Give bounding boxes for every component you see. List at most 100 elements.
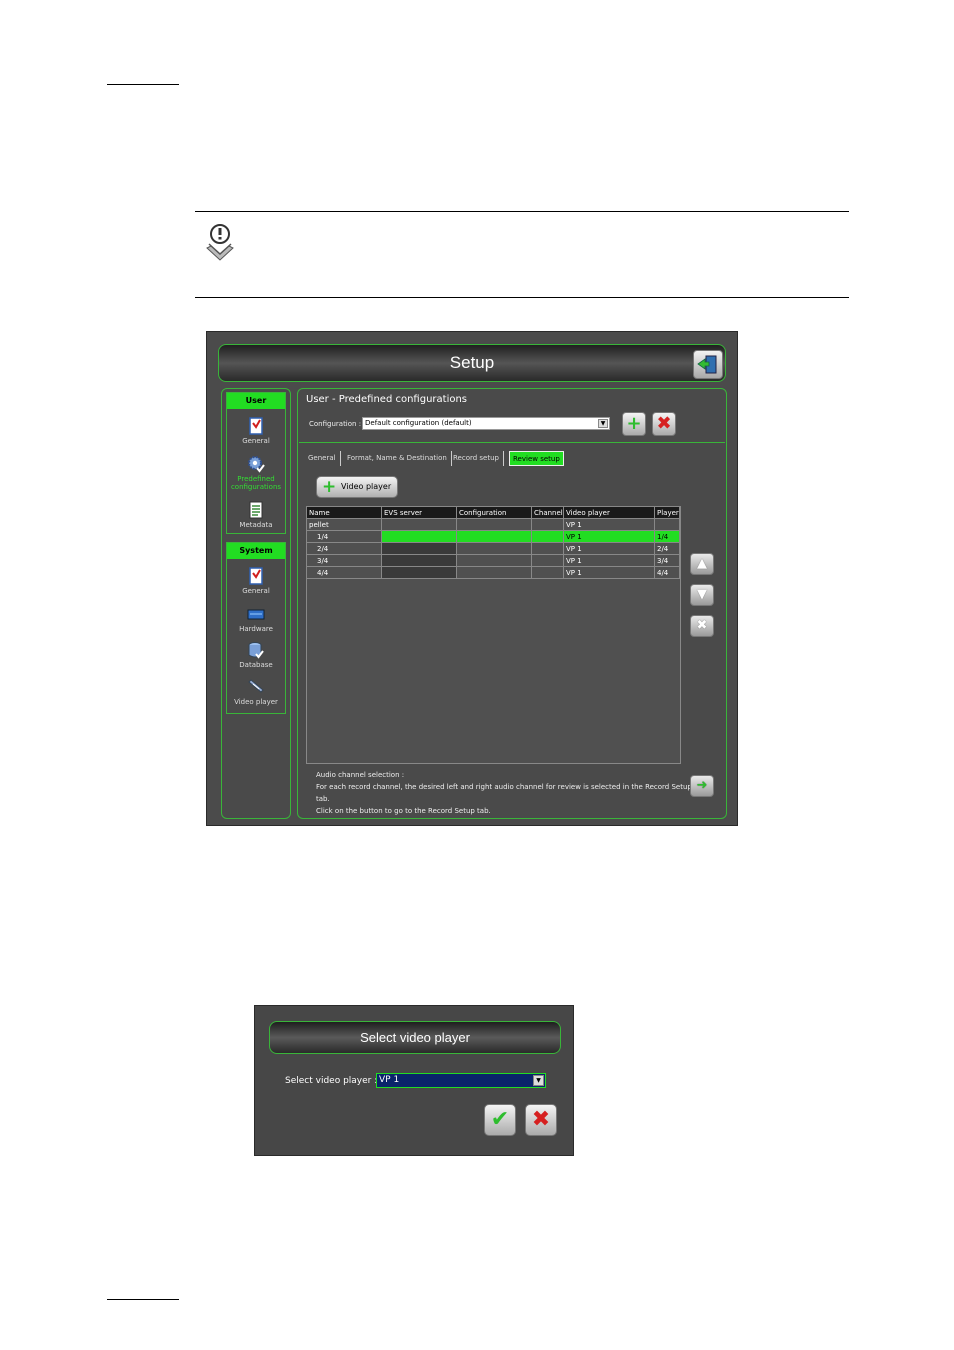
add-video-player-button[interactable]: + Video player — [316, 476, 398, 498]
setup-title: Setup — [449, 353, 495, 372]
cell-configuration — [457, 519, 532, 531]
sidebar-item-hardware[interactable]: Hardware — [227, 605, 285, 633]
sidebar-item-label: Database — [239, 661, 273, 669]
audio-channel-line2: Click on the button to go to the Record … — [316, 807, 491, 815]
audio-channel-help: Audio channel selection : For each recor… — [316, 769, 696, 817]
add-video-player-label: Video player — [341, 482, 392, 491]
checkmark-icon: ✔ — [490, 1107, 510, 1132]
cancel-x-icon: ✖ — [531, 1107, 551, 1132]
cell-channel — [532, 555, 564, 567]
close-icon: ✖ — [696, 618, 708, 633]
cell-evs-server — [382, 567, 457, 579]
metadata-icon — [249, 501, 263, 519]
cell-name: 1/4 — [307, 531, 382, 543]
video-player-label: Select video player : — [285, 1076, 378, 1086]
plus-icon: + — [626, 413, 642, 434]
cell-configuration — [457, 555, 532, 567]
sidebar-item-video-player[interactable]: Video player — [227, 678, 285, 706]
setup-sidebar: User General Predefined configurations M… — [221, 388, 291, 819]
gear-check-icon — [248, 456, 265, 473]
select-video-player-dialog: Select video player Select video player … — [254, 1005, 574, 1156]
table-row[interactable]: 2/4 VP 1 2/4 — [307, 543, 680, 555]
sidebar-item-label: General — [242, 437, 270, 445]
go-to-record-setup-button[interactable]: ➜ — [690, 775, 714, 797]
column-header: Name — [307, 507, 382, 519]
table-row[interactable]: 4/4 VP 1 4/4 — [307, 567, 680, 579]
add-configuration-button[interactable]: + — [622, 412, 646, 436]
move-down-button[interactable]: ▼ — [690, 584, 714, 606]
tab-record-setup[interactable]: Record setup — [453, 451, 504, 466]
plus-icon: + — [322, 477, 337, 497]
user-group: User General Predefined configurations M… — [226, 392, 286, 534]
tab-format-name-destination[interactable]: Format, Name & Destination — [347, 451, 452, 466]
table-header-row: Name EVS server Configuration Channel Vi… — [307, 507, 680, 519]
move-up-button[interactable]: ▲ — [690, 553, 714, 575]
exit-door-icon — [697, 355, 717, 374]
column-header: Video player — [564, 507, 655, 519]
configuration-select[interactable]: Default configuration (default) ▼ — [362, 417, 610, 430]
cell-player: 3/4 — [655, 555, 680, 567]
configuration-select-value: Default configuration (default) — [365, 419, 472, 427]
setup-titlebar: Setup — [218, 344, 726, 382]
cell-channel — [532, 519, 564, 531]
cell-player: 2/4 — [655, 543, 680, 555]
configuration-label: Configuration : — [309, 420, 362, 428]
cell-player: 1/4 — [655, 531, 680, 543]
sidebar-item-label: Video player — [234, 698, 278, 706]
audio-channel-title: Audio channel selection : — [316, 771, 405, 779]
hardware-icon — [247, 609, 265, 620]
cancel-button[interactable]: ✖ — [525, 1104, 557, 1136]
table-row[interactable]: 3/4 VP 1 3/4 — [307, 555, 680, 567]
note-bottom-rule — [195, 297, 849, 298]
header-rule — [107, 84, 179, 85]
dialog-title: Select video player — [360, 1030, 470, 1045]
video-player-icon — [248, 679, 264, 693]
cell-name: 3/4 — [307, 555, 382, 567]
general-icon — [249, 567, 263, 585]
setup-window: Setup User General Predefined configurat… — [206, 331, 738, 826]
delete-configuration-button[interactable]: ✖ — [652, 412, 676, 436]
tab-general[interactable]: General — [308, 451, 341, 466]
tab-pane: General Format, Name & Destination Recor… — [299, 442, 725, 817]
cell-configuration — [457, 531, 532, 543]
tab-review-setup[interactable]: Review setup — [509, 451, 564, 466]
table-row-selected[interactable]: 1/4 VP 1 1/4 — [307, 531, 680, 543]
column-header: Configuration — [457, 507, 532, 519]
close-icon: ✖ — [656, 413, 672, 434]
video-player-select[interactable]: VP 1 ▼ — [376, 1073, 546, 1088]
cell-configuration — [457, 543, 532, 555]
cell-player: 4/4 — [655, 567, 680, 579]
column-header: EVS server — [382, 507, 457, 519]
chevron-down-icon[interactable]: ▼ — [533, 1075, 544, 1086]
general-icon — [249, 417, 263, 435]
sidebar-item-predefined-configurations[interactable]: Predefined configurations — [227, 455, 285, 491]
database-icon — [248, 642, 264, 659]
sidebar-item-label: Metadata — [239, 521, 273, 529]
cell-video-player: VP 1 — [564, 567, 655, 579]
sidebar-item-metadata[interactable]: Metadata — [227, 501, 285, 529]
system-group: System General Hardware Database Video p… — [226, 542, 286, 714]
ok-button[interactable]: ✔ — [484, 1104, 516, 1136]
cell-video-player: VP 1 — [564, 519, 655, 531]
sidebar-item-database[interactable]: Database — [227, 641, 285, 669]
system-group-header: System — [227, 543, 285, 559]
column-header: Channel — [532, 507, 564, 519]
cell-video-player: VP 1 — [564, 555, 655, 567]
sidebar-item-user-general[interactable]: General — [227, 417, 285, 445]
sidebar-item-label: Predefined configurations — [230, 475, 282, 491]
cell-name: 2/4 — [307, 543, 382, 555]
remove-row-button[interactable]: ✖ — [690, 615, 714, 637]
video-player-select-value: VP 1 — [379, 1075, 400, 1085]
cell-channel — [532, 543, 564, 555]
user-group-header: User — [227, 393, 285, 409]
cell-configuration — [457, 567, 532, 579]
arrow-right-icon: ➜ — [696, 778, 708, 793]
arrow-down-icon: ▼ — [697, 587, 707, 602]
exit-button[interactable] — [693, 350, 723, 379]
cell-evs-server — [382, 519, 457, 531]
arrow-up-icon: ▲ — [697, 556, 707, 571]
chevron-down-icon[interactable]: ▼ — [598, 419, 608, 428]
sidebar-item-system-general[interactable]: General — [227, 567, 285, 595]
column-header: Player — [655, 507, 680, 519]
table-row[interactable]: pellet VP 1 — [307, 519, 680, 531]
